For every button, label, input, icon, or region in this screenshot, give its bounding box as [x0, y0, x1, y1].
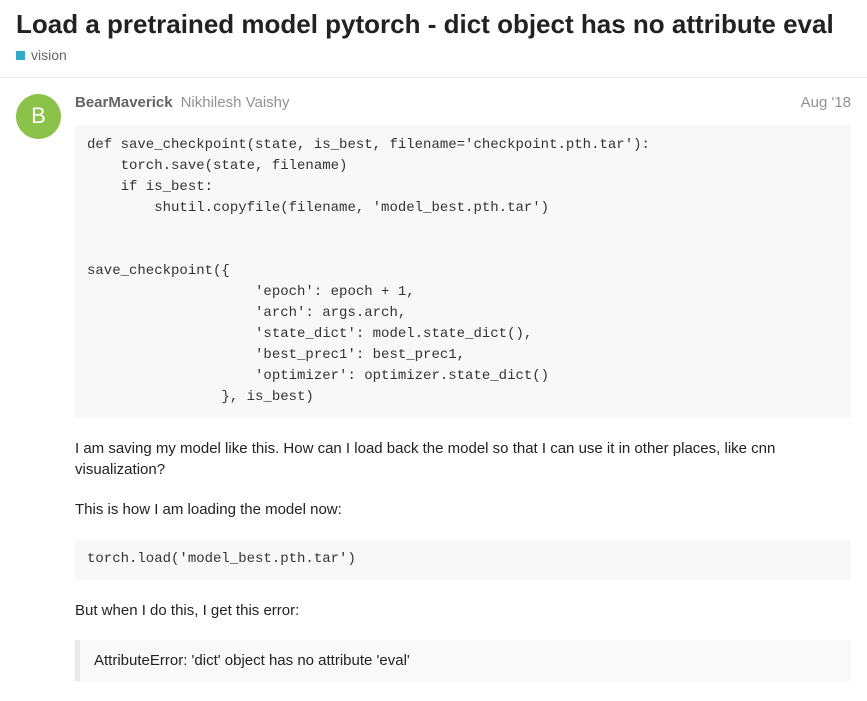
category-badge-icon — [16, 51, 25, 60]
paragraph: I am saving my model like this. How can … — [75, 438, 851, 482]
topic-title[interactable]: Load a pretrained model pytorch - dict o… — [16, 8, 851, 41]
username-link[interactable]: BearMaverick — [75, 94, 173, 111]
code-block-load: torch.load('model_best.pth.tar') — [75, 539, 851, 580]
post-body: BearMaverick Nikhilesh Vaishy Aug '18 de… — [75, 94, 851, 701]
topic-header: Load a pretrained model pytorch - dict o… — [0, 0, 867, 78]
paragraph: But when I do this, I get this error: — [75, 600, 851, 622]
avatar[interactable]: B — [16, 94, 61, 139]
full-name: Nikhilesh Vaishy — [181, 94, 290, 111]
error-quote: AttributeError: 'dict' object has no att… — [75, 640, 851, 681]
category-label: vision — [31, 47, 67, 63]
code-block-save: def save_checkpoint(state, is_best, file… — [75, 125, 851, 418]
paragraph: This is how I am loading the model now: — [75, 499, 851, 521]
post-meta: BearMaverick Nikhilesh Vaishy Aug '18 — [75, 94, 851, 111]
post: B BearMaverick Nikhilesh Vaishy Aug '18 … — [0, 78, 867, 701]
avatar-initial: B — [31, 103, 46, 129]
category-link[interactable]: vision — [16, 47, 67, 63]
error-text: AttributeError: 'dict' object has no att… — [94, 652, 410, 669]
post-date[interactable]: Aug '18 — [801, 94, 851, 111]
